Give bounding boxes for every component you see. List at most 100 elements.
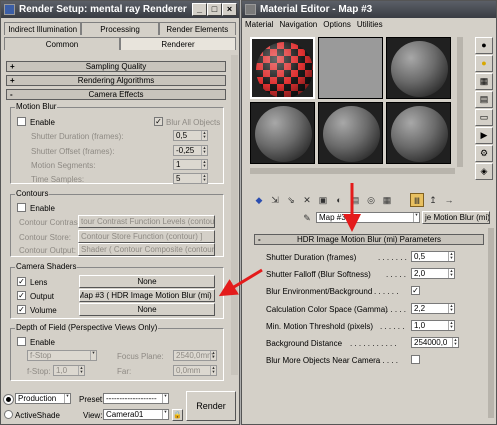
- fstop-spinner[interactable]: 1,0 ▲ ▼: [53, 365, 85, 376]
- put-to-scene-icon[interactable]: ⇲: [268, 193, 282, 207]
- sample-slot-6[interactable]: [386, 102, 451, 164]
- time-samples-spinner[interactable]: 5 ▲ ▼: [173, 173, 208, 184]
- param-blur-near-camera-checkbox[interactable]: [411, 355, 420, 364]
- tab-renderer[interactable]: Renderer: [120, 37, 236, 50]
- assign-to-selection-icon[interactable]: ⇘: [284, 193, 298, 207]
- material-id-icon[interactable]: ◎: [364, 193, 378, 207]
- menu-options[interactable]: Options: [320, 20, 354, 29]
- rollout-camera-effects[interactable]: - Camera Effects: [6, 89, 226, 100]
- param-dots: . . . . .: [386, 270, 407, 279]
- param-label-shutter-duration: Shutter Duration (frames): [266, 253, 357, 262]
- map-name-field[interactable]: Map #3 ▼: [316, 212, 420, 223]
- menu-navigation[interactable]: Navigation: [276, 20, 320, 29]
- shutter-duration-spinner[interactable]: 0,5 ▲ ▼: [173, 130, 208, 141]
- show-end-result-icon[interactable]: Ⅲ: [410, 193, 424, 207]
- contour-output-button[interactable]: Shader ( Contour Composite (contour) ]: [78, 243, 215, 256]
- select-by-material-icon[interactable]: ◈: [475, 163, 493, 180]
- make-unique-icon[interactable]: ◐: [332, 193, 346, 207]
- sphere-preview: [391, 41, 448, 97]
- tab-render-elements[interactable]: Render Elements: [158, 22, 236, 35]
- view-dropdown[interactable]: Camera01 ▼: [103, 409, 169, 420]
- param-label-background-distance: Background Distance: [266, 339, 343, 348]
- dof-enable-checkbox[interactable]: [17, 337, 26, 346]
- eyedropper-icon[interactable]: ✎: [300, 211, 314, 225]
- minimize-button[interactable]: _: [192, 3, 207, 16]
- sphere-preview: [255, 106, 312, 162]
- window-title: Render Setup: mental ray Renderer: [19, 4, 187, 15]
- production-dropdown[interactable]: Production ▼: [15, 393, 71, 404]
- param-motion-threshold-spinner[interactable]: 1,0 ▲ ▼: [411, 320, 455, 331]
- motion-segments-spinner[interactable]: 1 ▲ ▼: [173, 159, 208, 170]
- background-icon[interactable]: ▦: [475, 73, 493, 90]
- video-check-icon[interactable]: ▭: [475, 109, 493, 126]
- preset-dropdown[interactable]: ------------------- ▼: [103, 393, 169, 404]
- make-preview-icon[interactable]: ▶: [475, 127, 493, 144]
- rollout-rendering-algorithms[interactable]: + Rendering Algorithms: [6, 75, 226, 86]
- volume-shader-button[interactable]: None: [79, 303, 215, 316]
- param-shutter-falloff-spinner[interactable]: 2,0 ▲ ▼: [411, 268, 455, 279]
- contours-enable-checkbox[interactable]: [17, 203, 26, 212]
- tab-indirect-illumination[interactable]: Indirect Illumination: [4, 22, 82, 35]
- menu-material[interactable]: Material: [242, 20, 276, 29]
- far-spinner[interactable]: 0,0mm ▲ ▼: [173, 365, 217, 376]
- panel-scrollbar[interactable]: [231, 55, 238, 375]
- param-gamma-spinner[interactable]: 2,2 ▲ ▼: [411, 303, 455, 314]
- maximize-button[interactable]: □: [207, 3, 222, 16]
- output-shader-button[interactable]: Map #3 ( HDR Image Motion Blur (mi) ): [79, 289, 215, 302]
- time-samples-label: Time Samples:: [31, 175, 85, 184]
- shutter-duration-label: Shutter Duration (frames):: [31, 132, 124, 141]
- map-type-button[interactable]: je Motion Blur (mi): [422, 211, 490, 224]
- sample-slot-1[interactable]: [250, 37, 315, 99]
- tab-processing[interactable]: Processing: [81, 22, 159, 35]
- activeshade-radio[interactable]: [4, 410, 13, 419]
- material-editor-scrollbar[interactable]: [488, 228, 494, 418]
- put-to-library-icon[interactable]: ▤: [348, 193, 362, 207]
- menu-utilities[interactable]: Utilities: [354, 20, 386, 29]
- sample-type-icon[interactable]: ●: [475, 37, 493, 54]
- lock-view-icon[interactable]: 🔒: [172, 409, 183, 421]
- param-label-motion-threshold: Min. Motion Threshold (pixels): [266, 322, 374, 331]
- close-button[interactable]: ×: [222, 3, 237, 16]
- sample-slot-4[interactable]: [250, 102, 315, 164]
- param-blur-environment-checkbox[interactable]: ✓: [411, 286, 420, 295]
- contour-contrast-button[interactable]: tour Contrast Function Levels (contour) …: [78, 215, 215, 228]
- param-shutter-duration-spinner[interactable]: 0,5 ▲ ▼: [411, 251, 455, 262]
- motion-blur-enable-checkbox[interactable]: [17, 117, 26, 126]
- go-to-parent-icon[interactable]: ↥: [426, 193, 440, 207]
- uv-tiling-icon[interactable]: ▤: [475, 91, 493, 108]
- param-label-color-space: Calculation Color Space (Gamma): [266, 305, 388, 314]
- reset-map-icon[interactable]: ✕: [300, 193, 314, 207]
- show-map-icon[interactable]: ▦: [380, 193, 394, 207]
- blur-all-objects-checkbox[interactable]: ✓: [154, 117, 163, 126]
- backlight-icon[interactable]: ●: [475, 55, 493, 72]
- options-icon[interactable]: ⚙: [475, 145, 493, 162]
- material-editor-titlebar: Material Editor - Map #3: [242, 1, 496, 18]
- rollout-sampling-quality[interactable]: + Sampling Quality: [6, 61, 226, 72]
- checker-sphere-preview: [256, 42, 313, 97]
- sample-slot-5[interactable]: [318, 102, 383, 164]
- volume-checkbox[interactable]: ✓: [17, 305, 26, 314]
- contour-store-button[interactable]: Contour Store Function (contour) ]: [78, 230, 215, 243]
- tab-common[interactable]: Common: [4, 37, 120, 50]
- lens-shader-button[interactable]: None: [79, 275, 215, 288]
- copy-material-icon[interactable]: ▣: [316, 193, 330, 207]
- go-forward-icon[interactable]: →: [442, 193, 456, 207]
- render-button[interactable]: Render: [186, 391, 236, 421]
- focus-plane-label: Focus Plane:: [117, 352, 164, 361]
- dof-mode-dropdown[interactable]: f-Stop ▼: [27, 350, 97, 361]
- output-checkbox[interactable]: ✓: [17, 291, 26, 300]
- get-material-icon[interactable]: ◆: [252, 193, 266, 207]
- lens-checkbox[interactable]: ✓: [17, 277, 26, 286]
- slots-scrollbar-horizontal[interactable]: [250, 168, 455, 174]
- rollout-hdr-params[interactable]: - HDR Image Motion Blur (mi) Parameters: [254, 234, 484, 245]
- sample-slot-2[interactable]: [318, 37, 383, 99]
- focus-plane-spinner[interactable]: 2540,0mm ▲ ▼: [173, 350, 217, 361]
- param-dots: . . . . . . .: [378, 253, 407, 262]
- slots-scrollbar-vertical[interactable]: [457, 37, 463, 167]
- param-dots: . . . . .: [386, 305, 407, 314]
- sample-slot-3[interactable]: [386, 37, 451, 99]
- param-background-distance-spinner[interactable]: 254000,0 ▲ ▼: [411, 337, 459, 348]
- shutter-offset-spinner[interactable]: -0,25 ▲ ▼: [173, 145, 208, 156]
- lens-label: Lens: [30, 278, 48, 287]
- production-radio[interactable]: [4, 395, 13, 404]
